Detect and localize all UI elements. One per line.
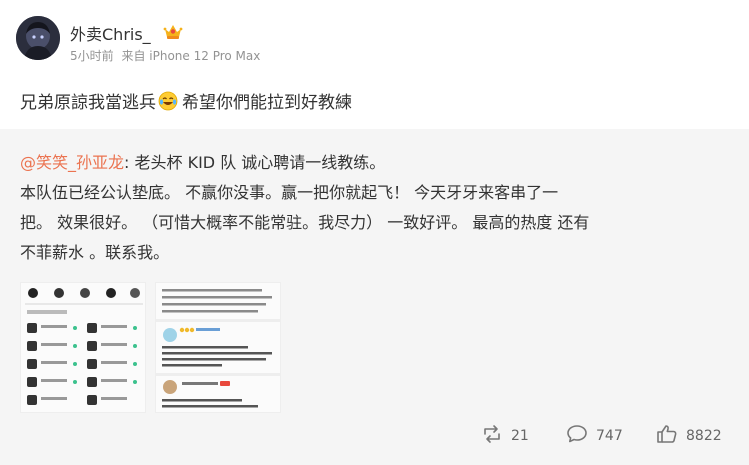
- post-time[interactable]: 5小时前: [70, 49, 114, 63]
- avatar[interactable]: [16, 16, 60, 60]
- repost-line-3: 把。 效果很好。 （可惜大概率不能常驻。我尽力） 一致好评。 最高的热度 还有: [20, 213, 590, 232]
- repost-line-2: 本队伍已经公认垫底。 不赢你没事。赢一把你就起飞！ 今天牙牙来客串了一: [20, 183, 559, 202]
- mention-link[interactable]: @笑笑_孙亚龙: [20, 153, 124, 172]
- repost-text: @笑笑_孙亚龙: 老头杯 KID 队 诚心聘请一线教练。 本队伍已经公认垫底。 …: [20, 148, 732, 268]
- post-text: 兄弟原諒我當逃兵 希望你們能拉到好教練: [20, 88, 352, 113]
- repost-line-1-rest: : 老头杯 KID 队 诚心聘请一线教练。: [124, 153, 386, 172]
- like-icon: [656, 424, 686, 448]
- post-meta: 5小时前 来自 iPhone 12 Pro Max: [70, 47, 264, 64]
- comment-count: 747: [596, 428, 623, 444]
- username[interactable]: 外卖Chris_: [70, 21, 151, 45]
- repost-count: 21: [511, 428, 529, 444]
- weibo-post-card: 外卖Chris_ 5小时前 来自 iPhone 12 Pro Max 兄弟原諒我…: [0, 0, 749, 465]
- laughing-crying-emoji-icon: [158, 91, 178, 111]
- action-bar: 21 747 8822: [0, 425, 749, 447]
- repost-image-1[interactable]: [20, 282, 146, 413]
- repost-button[interactable]: 21: [481, 425, 529, 447]
- repost-icon: [481, 424, 511, 448]
- repost-line-1: @笑笑_孙亚龙: 老头杯 KID 队 诚心聘请一线教练。: [20, 148, 732, 178]
- comment-button[interactable]: 747: [566, 425, 623, 447]
- post-text-part1: 兄弟原諒我當逃兵: [20, 93, 156, 113]
- like-count: 8822: [686, 428, 722, 444]
- comment-icon: [566, 424, 596, 448]
- repost-image-2[interactable]: [155, 282, 281, 413]
- post-text-part2: 希望你們能拉到好教練: [182, 93, 352, 113]
- verified-crown-icon: [163, 22, 183, 40]
- repost-line-4: 不菲薪水 。联系我。: [20, 243, 170, 262]
- post-source: 来自 iPhone 12 Pro Max: [121, 49, 261, 63]
- like-button[interactable]: 8822: [656, 425, 722, 447]
